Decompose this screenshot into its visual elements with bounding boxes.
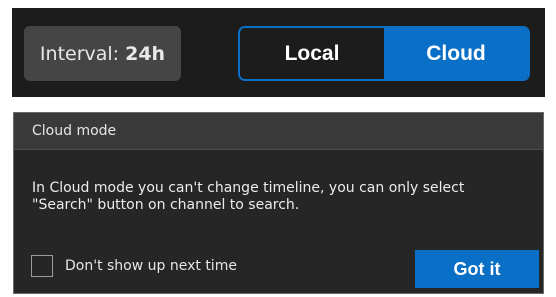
dont-show-label[interactable]: Don't show up next time: [65, 258, 237, 274]
dont-show-option: Don't show up next time: [31, 255, 237, 277]
dialog-message: In Cloud mode you can't change timeline,…: [32, 180, 532, 214]
mode-toggle: Local Cloud: [238, 26, 530, 81]
dialog-header: Cloud mode: [14, 113, 543, 150]
got-it-button[interactable]: Got it: [415, 250, 539, 288]
screen: Interval: 24h Local Cloud Cloud mode In …: [0, 0, 556, 297]
dialog-message-line-1: In Cloud mode you can't change timeline,…: [32, 180, 465, 196]
dialog-title: Cloud mode: [32, 123, 117, 139]
interval-value: 24h: [125, 42, 166, 65]
timeline-toolbar: Interval: 24h Local Cloud: [12, 8, 545, 97]
interval-label: Interval:: [39, 42, 120, 65]
mode-local-button[interactable]: Local: [240, 28, 384, 79]
dialog-message-line-2: "Search" button on channel to search.: [32, 197, 300, 213]
dont-show-checkbox[interactable]: [31, 255, 53, 277]
interval-indicator[interactable]: Interval: 24h: [24, 26, 181, 81]
mode-cloud-button[interactable]: Cloud: [384, 28, 528, 79]
cloud-mode-dialog: Cloud mode In Cloud mode you can't chang…: [13, 112, 544, 294]
